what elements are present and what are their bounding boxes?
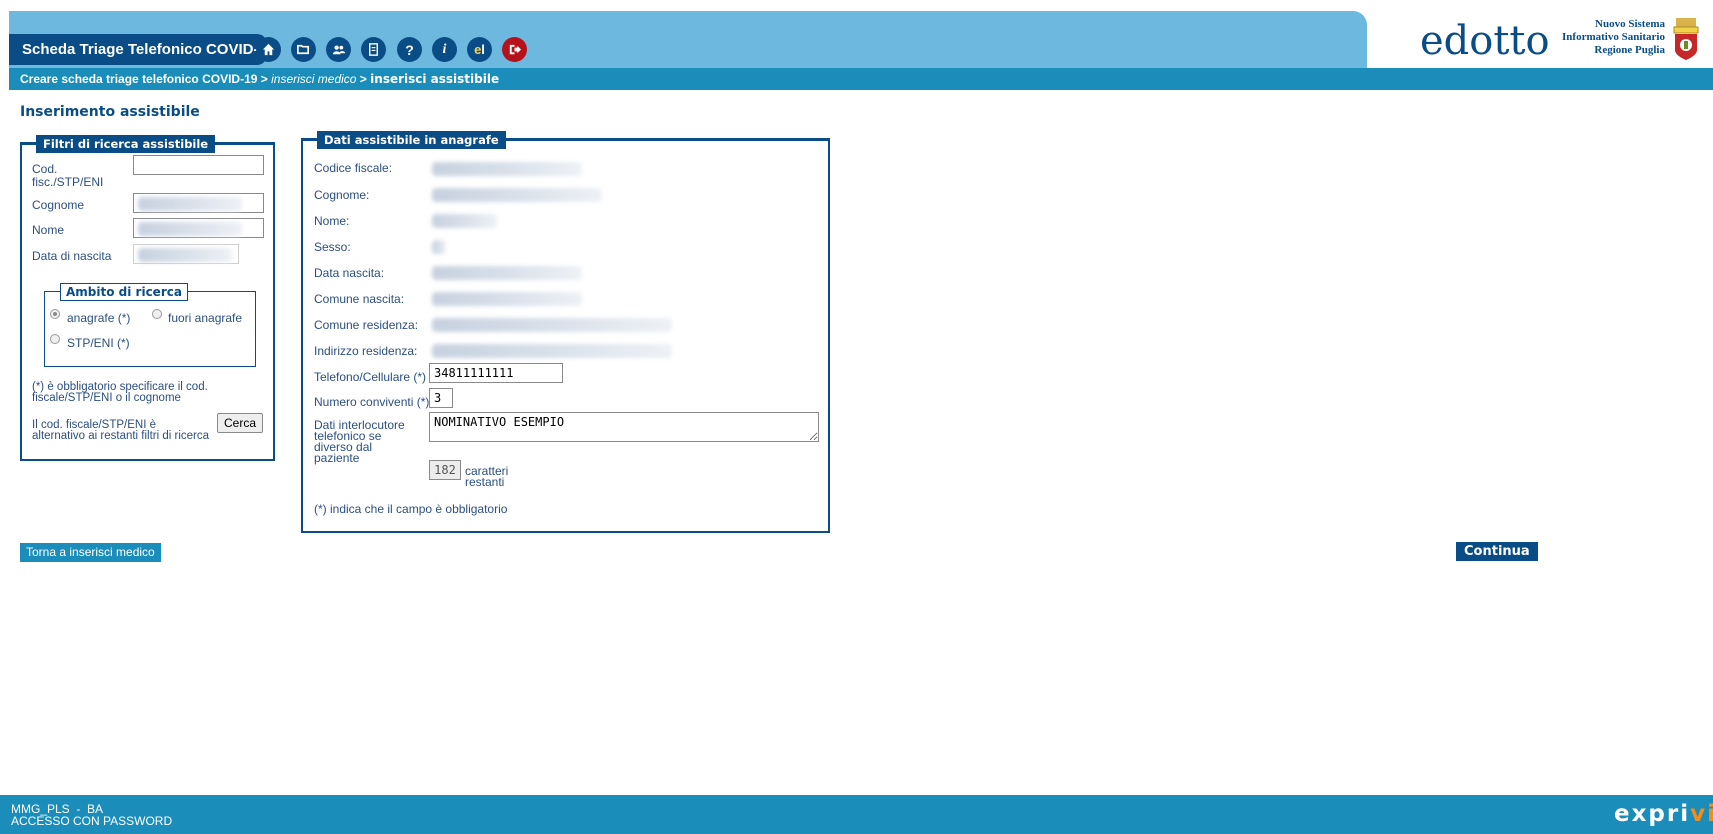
codice-fiscale-label: Codice fiscale:	[314, 161, 393, 175]
comune-nascita-label: Comune nascita:	[314, 292, 405, 306]
comune-residenza-value	[432, 318, 672, 332]
breadcrumb: Creare scheda triage telefonico COVID-19…	[9, 68, 1713, 90]
radio-fuori-anagrafe-label: fuori anagrafe	[168, 311, 243, 325]
telefono-input[interactable]	[429, 363, 563, 383]
radio-stp-eni-label: STP/ENI (*)	[67, 336, 130, 350]
required-field-note: (*) indica che il campo è obbligatorio	[314, 502, 508, 516]
help-icon[interactable]: ?	[397, 37, 422, 62]
brand-line-2: Informativo Sanitario	[1562, 31, 1665, 43]
document-icon[interactable]	[361, 37, 386, 62]
home-icon[interactable]	[256, 37, 281, 62]
nome-value-label: Nome:	[314, 214, 350, 228]
nome-input[interactable]	[133, 218, 264, 238]
codice-fiscale-value	[432, 162, 582, 176]
data-nascita-redacted	[138, 248, 232, 262]
sesso-value	[432, 240, 446, 254]
session-info: MMG_PLS - BA ACCESSO CON PASSWORD	[11, 803, 172, 827]
nome-value	[432, 214, 497, 228]
alternative-filters-note: Il cod. fiscale/STP/ENI è alternativo ai…	[32, 419, 210, 442]
regione-crest-icon	[1673, 18, 1699, 60]
data-nascita-label: Data di nascita	[32, 249, 112, 263]
chars-remaining-label: caratteri restanti	[465, 464, 509, 489]
breadcrumb-step-1[interactable]: Creare scheda triage telefonico COVID-19	[20, 72, 257, 86]
header: Scheda Triage Telefonico COVID-19 ? i el…	[0, 0, 1713, 89]
page: Scheda Triage Telefonico COVID-19 ? i el…	[0, 0, 1713, 834]
breadcrumb-step-3: inserisci assistibile	[370, 72, 500, 86]
breadcrumb-step-2[interactable]: inserisci medico	[271, 72, 356, 86]
interlocutore-textarea[interactable]	[429, 412, 819, 442]
cognome-label: Cognome	[32, 198, 85, 212]
data-nascita-value-label: Data nascita:	[314, 266, 385, 280]
info-icon[interactable]: i	[432, 37, 457, 62]
conviventi-label: Numero conviventi (*)	[314, 395, 430, 409]
required-filters-note: (*) è obbligatorio specificare il cod. f…	[32, 381, 208, 404]
cognome-value-label: Cognome:	[314, 188, 370, 202]
search-filters-legend: Filtri di ricerca assistibile	[36, 135, 216, 153]
brand-line-1: Nuovo Sistema	[1595, 18, 1665, 30]
data-nascita-value	[432, 266, 582, 280]
vendor-logo: exprivi	[1614, 801, 1713, 827]
conviventi-input[interactable]	[429, 388, 453, 408]
brand-system-name: Nuovo Sistema Informativo Sanitario Regi…	[1560, 18, 1665, 57]
radio-stp-eni[interactable]	[50, 334, 60, 344]
nome-redacted	[138, 222, 242, 236]
page-title: Inserimento assistibile	[20, 104, 200, 120]
cognome-value	[432, 188, 602, 202]
cognome-redacted	[138, 197, 242, 211]
cod-fisc-input[interactable]	[133, 155, 264, 175]
breadcrumb-separator: >	[257, 72, 272, 86]
folder-icon[interactable]	[291, 37, 316, 62]
brand-line-3: Regione Puglia	[1594, 44, 1665, 56]
search-button[interactable]: Cerca	[217, 413, 263, 433]
comune-residenza-label: Comune residenza:	[314, 318, 419, 332]
app-title: Scheda Triage Telefonico COVID-19	[9, 34, 267, 89]
continue-button[interactable]: Continua	[1456, 542, 1538, 561]
breadcrumb-separator: >	[356, 72, 371, 86]
indirizzo-residenza-label: Indirizzo residenza:	[314, 344, 418, 358]
indirizzo-residenza-value	[432, 344, 672, 358]
search-scope-group: Ambito di ricerca	[44, 283, 256, 367]
registry-data-legend: Dati assistibile in anagrafe	[317, 131, 506, 149]
radio-fuori-anagrafe[interactable]	[152, 309, 162, 319]
radio-anagrafe[interactable]	[50, 309, 60, 319]
vendor-name-accent: vi	[1690, 801, 1713, 827]
comune-nascita-value	[432, 292, 582, 306]
nome-label: Nome	[32, 223, 65, 237]
interlocutore-label: Dati interlocutore telefonico se diverso…	[314, 418, 405, 465]
users-icon[interactable]	[326, 37, 351, 62]
back-to-doctor-button[interactable]: Torna a inserisci medico	[20, 543, 161, 562]
data-nascita-input[interactable]	[133, 244, 239, 264]
brand-logo: edotto	[1420, 18, 1550, 64]
sesso-label: Sesso:	[314, 240, 351, 254]
session-access: ACCESSO CON PASSWORD	[11, 814, 173, 828]
logout-icon[interactable]	[502, 37, 527, 62]
vendor-name: expri	[1614, 801, 1691, 827]
cognome-input[interactable]	[133, 193, 264, 213]
cod-fisc-label: Cod. fisc./STP/ENI	[32, 162, 104, 189]
chars-remaining-counter: 182	[429, 460, 461, 480]
radio-anagrafe-label: anagrafe (*)	[67, 311, 131, 325]
el-icon[interactable]: el	[467, 37, 492, 62]
search-scope-legend: Ambito di ricerca	[60, 283, 188, 301]
footer: MMG_PLS - BA ACCESSO CON PASSWORD expriv…	[0, 795, 1713, 834]
telefono-label: Telefono/Cellulare (*)	[314, 370, 427, 384]
